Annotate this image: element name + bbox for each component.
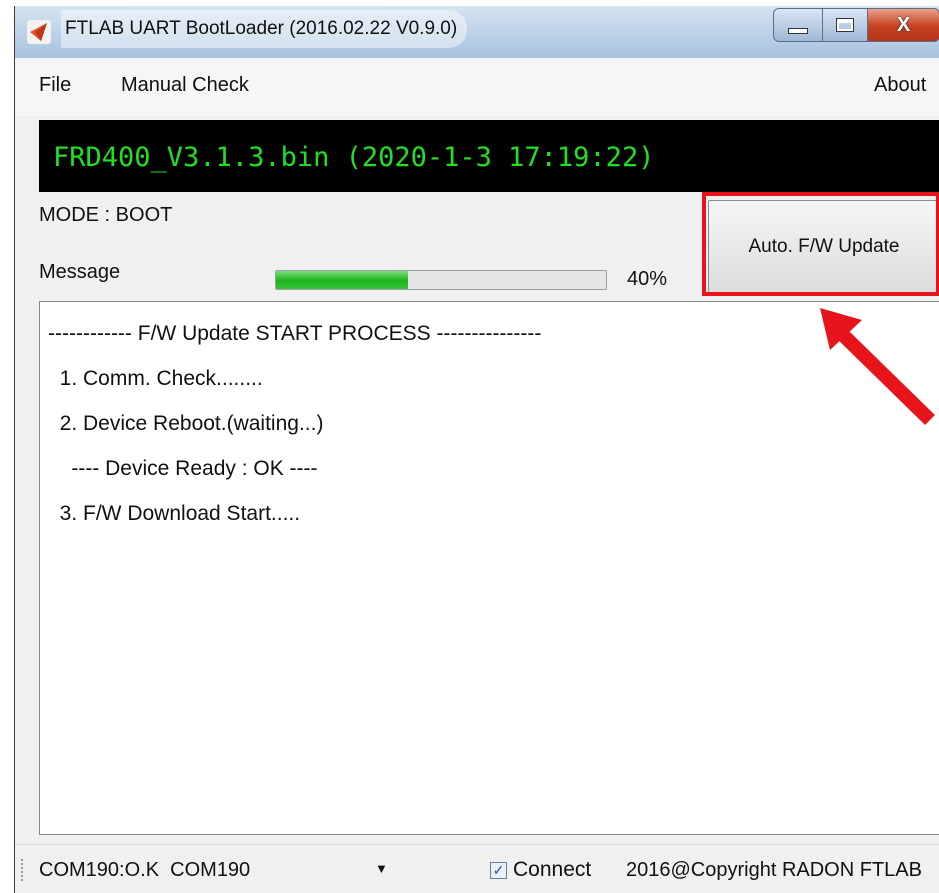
red-arrow-icon — [820, 308, 935, 426]
mode-label: MODE : BOOT — [39, 204, 173, 226]
close-icon: X — [896, 13, 911, 36]
log-line: 3. F/W Download Start..... — [48, 502, 301, 525]
progress-fill — [276, 271, 408, 289]
menu-file[interactable]: File — [39, 74, 71, 97]
auto-fw-update-button[interactable]: Auto. F/W Update — [708, 200, 939, 294]
firmware-banner: FRD400_V3.1.3.bin (2020-1-3 17:19:22) — [39, 120, 939, 192]
maximize-icon — [836, 18, 854, 32]
message-label: Message — [39, 261, 121, 283]
log-line: 2. Device Reboot.(waiting...) — [48, 412, 324, 435]
progress-percent: 40% — [627, 268, 668, 290]
maximize-button[interactable] — [822, 8, 868, 42]
minimize-button[interactable] — [773, 8, 823, 42]
connect-label[interactable]: Connect — [513, 858, 591, 882]
close-button[interactable]: X — [867, 8, 939, 42]
window-title: FTLAB UART BootLoader (2016.02.22 V0.9.0… — [61, 10, 468, 48]
log-line: ---- Device Ready : OK ---- — [48, 457, 318, 480]
connect-checkbox[interactable]: ✓ — [490, 862, 507, 879]
minimize-icon — [788, 28, 808, 34]
menu-about[interactable]: About — [874, 74, 926, 97]
progress-bar — [275, 270, 607, 290]
title-bar[interactable]: FTLAB UART BootLoader (2016.02.22 V0.9.0… — [15, 6, 939, 58]
port-status: COM190:O.K COM190 — [39, 859, 251, 881]
log-line: 1. Comm. Check........ — [48, 367, 263, 390]
status-bar: COM190:O.K COM190 ▼ ✓ Connect 2016@Copyr… — [15, 844, 939, 893]
app-window: FTLAB UART BootLoader (2016.02.22 V0.9.0… — [14, 6, 939, 893]
menu-bar: File Manual Check About — [15, 58, 939, 116]
log-line: ------------ F/W Update START PROCESS --… — [48, 322, 542, 345]
menu-manual-check[interactable]: Manual Check — [121, 74, 249, 97]
grip-icon — [21, 859, 26, 881]
port-dropdown-arrow-icon[interactable]: ▼ — [375, 861, 388, 876]
copyright-text: 2016@Copyright RADON FTLAB — [626, 859, 922, 881]
firmware-filename: FRD400_V3.1.3.bin (2020-1-3 17:19:22) — [53, 142, 655, 173]
app-logo-icon — [27, 20, 51, 44]
